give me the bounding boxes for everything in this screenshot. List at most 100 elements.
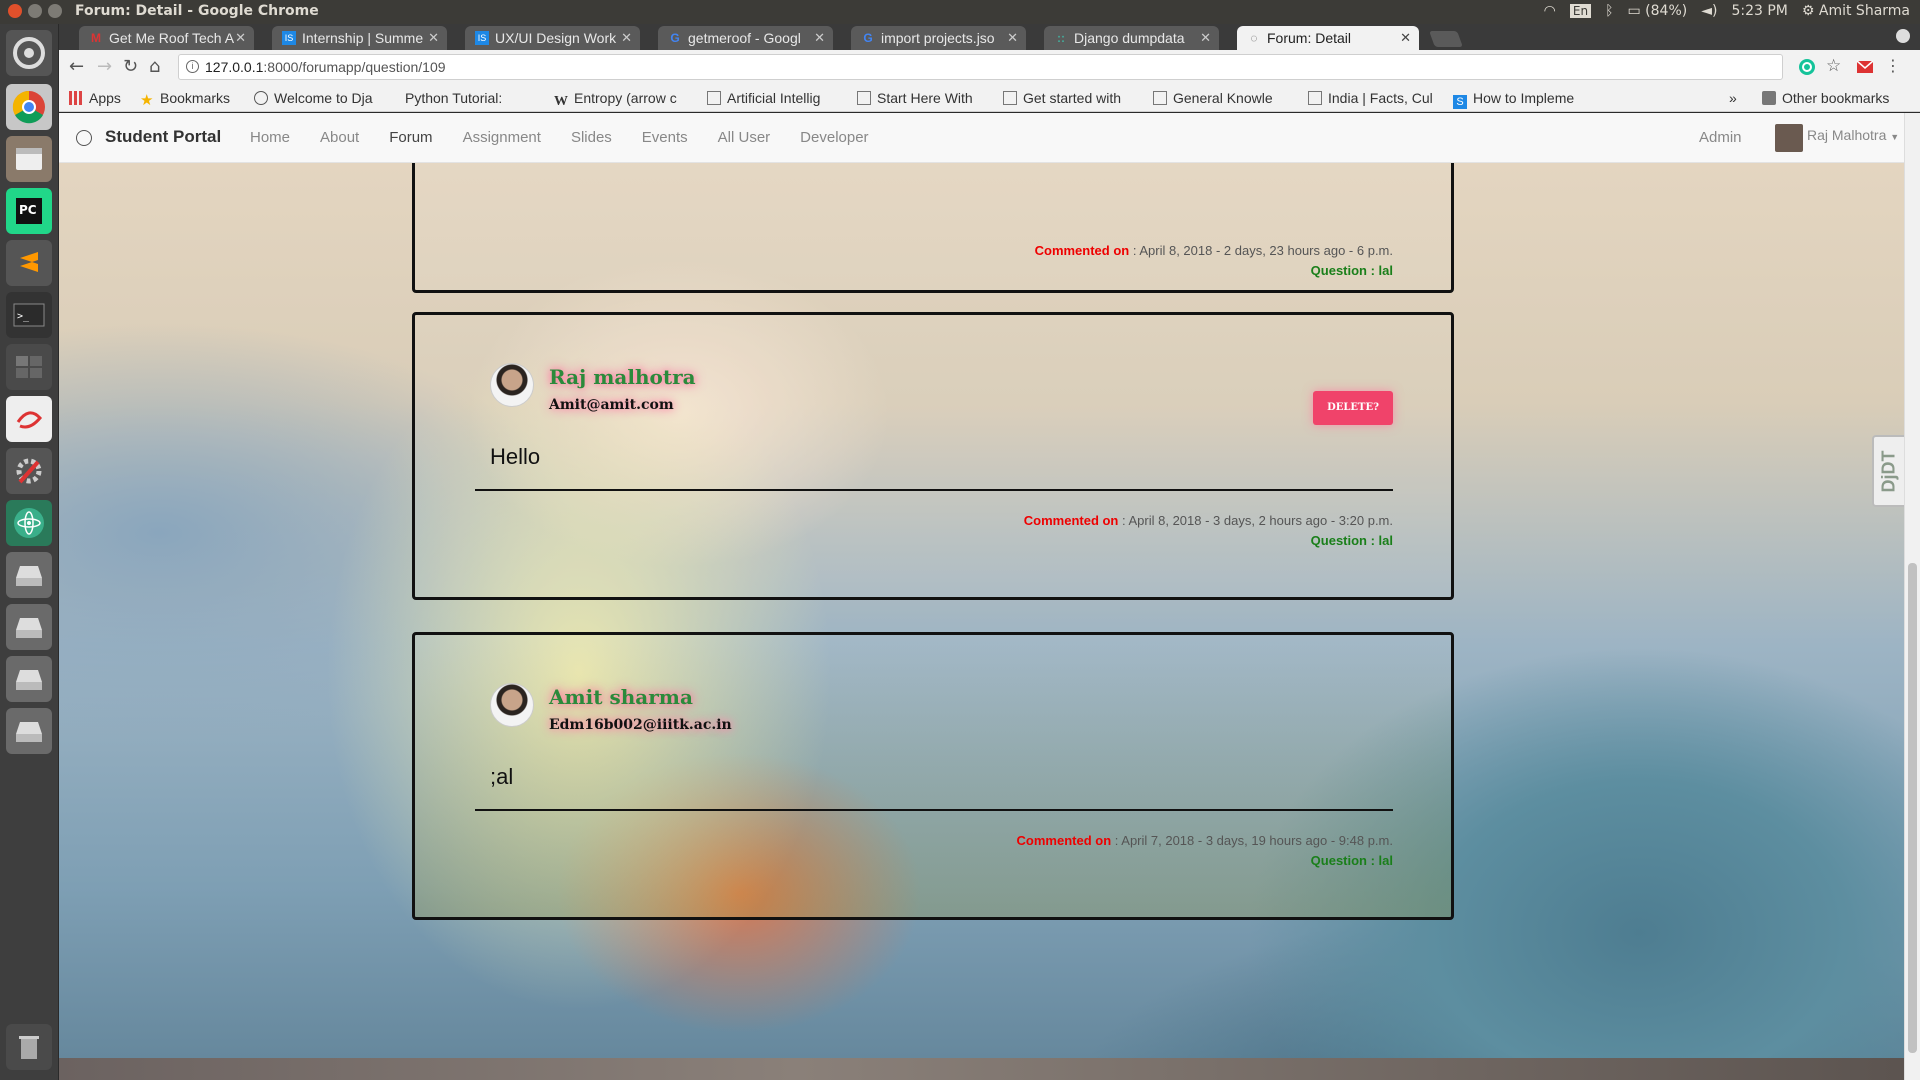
bookmark-star-icon[interactable]: ☆ <box>1826 56 1841 76</box>
home-icon[interactable] <box>6 30 52 76</box>
bookmark-how-to-implement[interactable]: S How to Impleme <box>1453 90 1593 109</box>
wifi-icon[interactable]: ◠ <box>1544 3 1556 19</box>
volume-icon[interactable]: ◄) <box>1701 3 1717 19</box>
drive-icon[interactable] <box>6 552 52 598</box>
tab-getmeroof-google[interactable]: Ggetmeroof - Googl ✕ <box>658 26 833 50</box>
bookmark-label: Apps <box>89 90 121 106</box>
window-close-button[interactable] <box>8 4 22 18</box>
chrome-icon[interactable] <box>6 84 52 130</box>
nav-events[interactable]: Events <box>642 129 688 146</box>
site-logo-icon[interactable] <box>76 130 92 146</box>
close-icon[interactable]: ✕ <box>428 30 439 46</box>
bookmark-apps[interactable]: Apps <box>69 90 121 106</box>
close-icon[interactable]: ✕ <box>621 30 632 46</box>
tab-label: Internship | Summe <box>302 30 424 46</box>
user-menu[interactable]: Raj Malhotra ▼ <box>1807 127 1899 143</box>
page-icon <box>1003 91 1017 105</box>
other-bookmarks[interactable]: Other bookmarks <box>1762 90 1889 106</box>
comment-message: Hello <box>490 444 541 469</box>
close-icon[interactable]: ✕ <box>235 30 246 46</box>
user-avatar[interactable] <box>1775 124 1803 152</box>
menu-icon[interactable]: ⋮ <box>1885 56 1901 75</box>
drive-icon[interactable] <box>6 656 52 702</box>
internshala-icon: IS <box>282 31 296 45</box>
trash-icon[interactable] <box>6 1024 52 1070</box>
comment-question[interactable]: Question : lal <box>1311 853 1393 868</box>
grammarly-icon[interactable] <box>1798 58 1816 76</box>
google-icon: G <box>670 31 680 45</box>
nav-developer[interactable]: Developer <box>800 129 868 146</box>
bookmark-artificial-intelligence[interactable]: Artificial Intellig <box>707 90 847 106</box>
bookmark-get-started[interactable]: Get started with <box>1003 90 1133 106</box>
files-icon[interactable] <box>6 136 52 182</box>
gmail-notifier-icon[interactable] <box>1856 58 1874 76</box>
window-minimize-button[interactable] <box>28 4 42 18</box>
sublime-icon[interactable] <box>6 240 52 286</box>
star-icon: ★ <box>140 92 154 106</box>
home-button-icon[interactable]: ⌂ <box>149 56 160 77</box>
nav-admin[interactable]: Admin <box>1699 129 1742 146</box>
comment-author-name[interactable]: Amit sharma <box>549 685 693 709</box>
atom-icon[interactable] <box>6 500 52 546</box>
commented-on-label: Commented on <box>1016 833 1112 848</box>
bluetooth-icon[interactable]: ᛒ <box>1605 3 1613 19</box>
bookmarks-overflow-button[interactable]: » <box>1729 90 1737 106</box>
comment-question[interactable]: Question : lal <box>1311 533 1393 548</box>
bookmark-label: Welcome to Dja <box>274 90 373 106</box>
back-icon[interactable]: ← <box>69 56 84 77</box>
keyboard-layout-indicator[interactable]: En <box>1569 4 1592 18</box>
address-bar[interactable]: i 127.0.0.1:8000/forumapp/question/109 <box>178 54 1783 80</box>
site-brand[interactable]: Student Portal <box>105 127 221 147</box>
scrollbar-thumb[interactable] <box>1908 563 1917 1053</box>
close-icon[interactable]: ✕ <box>814 30 825 46</box>
bookmark-bookmarks[interactable]: ★ Bookmarks <box>140 90 230 106</box>
profile-icon[interactable] <box>1896 29 1910 43</box>
comment-author-name[interactable]: Raj malhotra <box>549 365 696 389</box>
django-debug-toolbar-handle[interactable]: DjDT <box>1872 435 1904 507</box>
tab-import-projects[interactable]: Gimport projects.jso ✕ <box>851 26 1026 50</box>
page-icon <box>1153 91 1167 105</box>
bookmark-start-here[interactable]: Start Here With <box>857 90 992 106</box>
terminal-icon[interactable]: >_ <box>6 292 52 338</box>
workspace-icon[interactable] <box>6 344 52 390</box>
pycharm-icon[interactable]: PC <box>6 188 52 234</box>
comment-question[interactable]: Question : lal <box>1311 263 1393 278</box>
bookmark-label: General Knowle <box>1173 90 1273 106</box>
text-editor-icon[interactable] <box>6 396 52 442</box>
bookmark-welcome-django[interactable]: Welcome to Dja <box>254 90 394 106</box>
bookmark-python-tutorial[interactable]: Python Tutorial: <box>405 90 533 106</box>
nav-slides[interactable]: Slides <box>571 129 612 146</box>
tab-get-me-roof[interactable]: M Get Me Roof Tech A ✕ <box>79 26 254 50</box>
info-icon[interactable]: i <box>186 60 199 73</box>
close-icon[interactable]: ✕ <box>1200 30 1211 46</box>
delete-button[interactable]: DELETE? <box>1313 391 1393 425</box>
drive-icon[interactable] <box>6 604 52 650</box>
user-name: Raj Malhotra <box>1807 127 1887 143</box>
clock[interactable]: 5:23 PM <box>1731 3 1787 19</box>
tab-django-dumpdata[interactable]: :: Django dumpdata ✕ <box>1044 26 1219 50</box>
bookmark-general-knowledge[interactable]: General Knowle <box>1153 90 1288 106</box>
window-maximize-button[interactable] <box>48 4 62 18</box>
tab-internship[interactable]: IS Internship | Summe ✕ <box>272 26 447 50</box>
nav-about[interactable]: About <box>320 129 359 146</box>
nav-home[interactable]: Home <box>250 129 290 146</box>
session-menu[interactable]: ⚙ Amit Sharma <box>1802 3 1910 19</box>
svg-text:>_: >_ <box>17 311 30 322</box>
drive-icon[interactable] <box>6 708 52 754</box>
nav-all-user[interactable]: All User <box>718 129 771 146</box>
settings-icon[interactable] <box>6 448 52 494</box>
page-scrollbar[interactable] <box>1904 113 1920 1080</box>
django-icon: :: <box>1057 31 1065 45</box>
tab-forum-detail[interactable]: ◌ Forum: Detail ✕ <box>1237 26 1419 50</box>
bookmark-india-facts[interactable]: India | Facts, Cul <box>1308 90 1443 106</box>
tab-ux-ui[interactable]: IS UX/UI Design Work ✕ <box>465 26 640 50</box>
bookmark-entropy[interactable]: W Entropy (arrow c <box>554 90 699 108</box>
nav-forum[interactable]: Forum <box>389 129 432 146</box>
battery-indicator[interactable]: ▭ (84%) <box>1627 3 1687 19</box>
forward-icon[interactable]: → <box>97 56 112 77</box>
new-tab-button[interactable] <box>1429 31 1463 47</box>
close-icon[interactable]: ✕ <box>1400 30 1411 46</box>
nav-assignment[interactable]: Assignment <box>463 129 541 146</box>
reload-icon[interactable]: ↻ <box>123 56 138 77</box>
close-icon[interactable]: ✕ <box>1007 30 1018 46</box>
